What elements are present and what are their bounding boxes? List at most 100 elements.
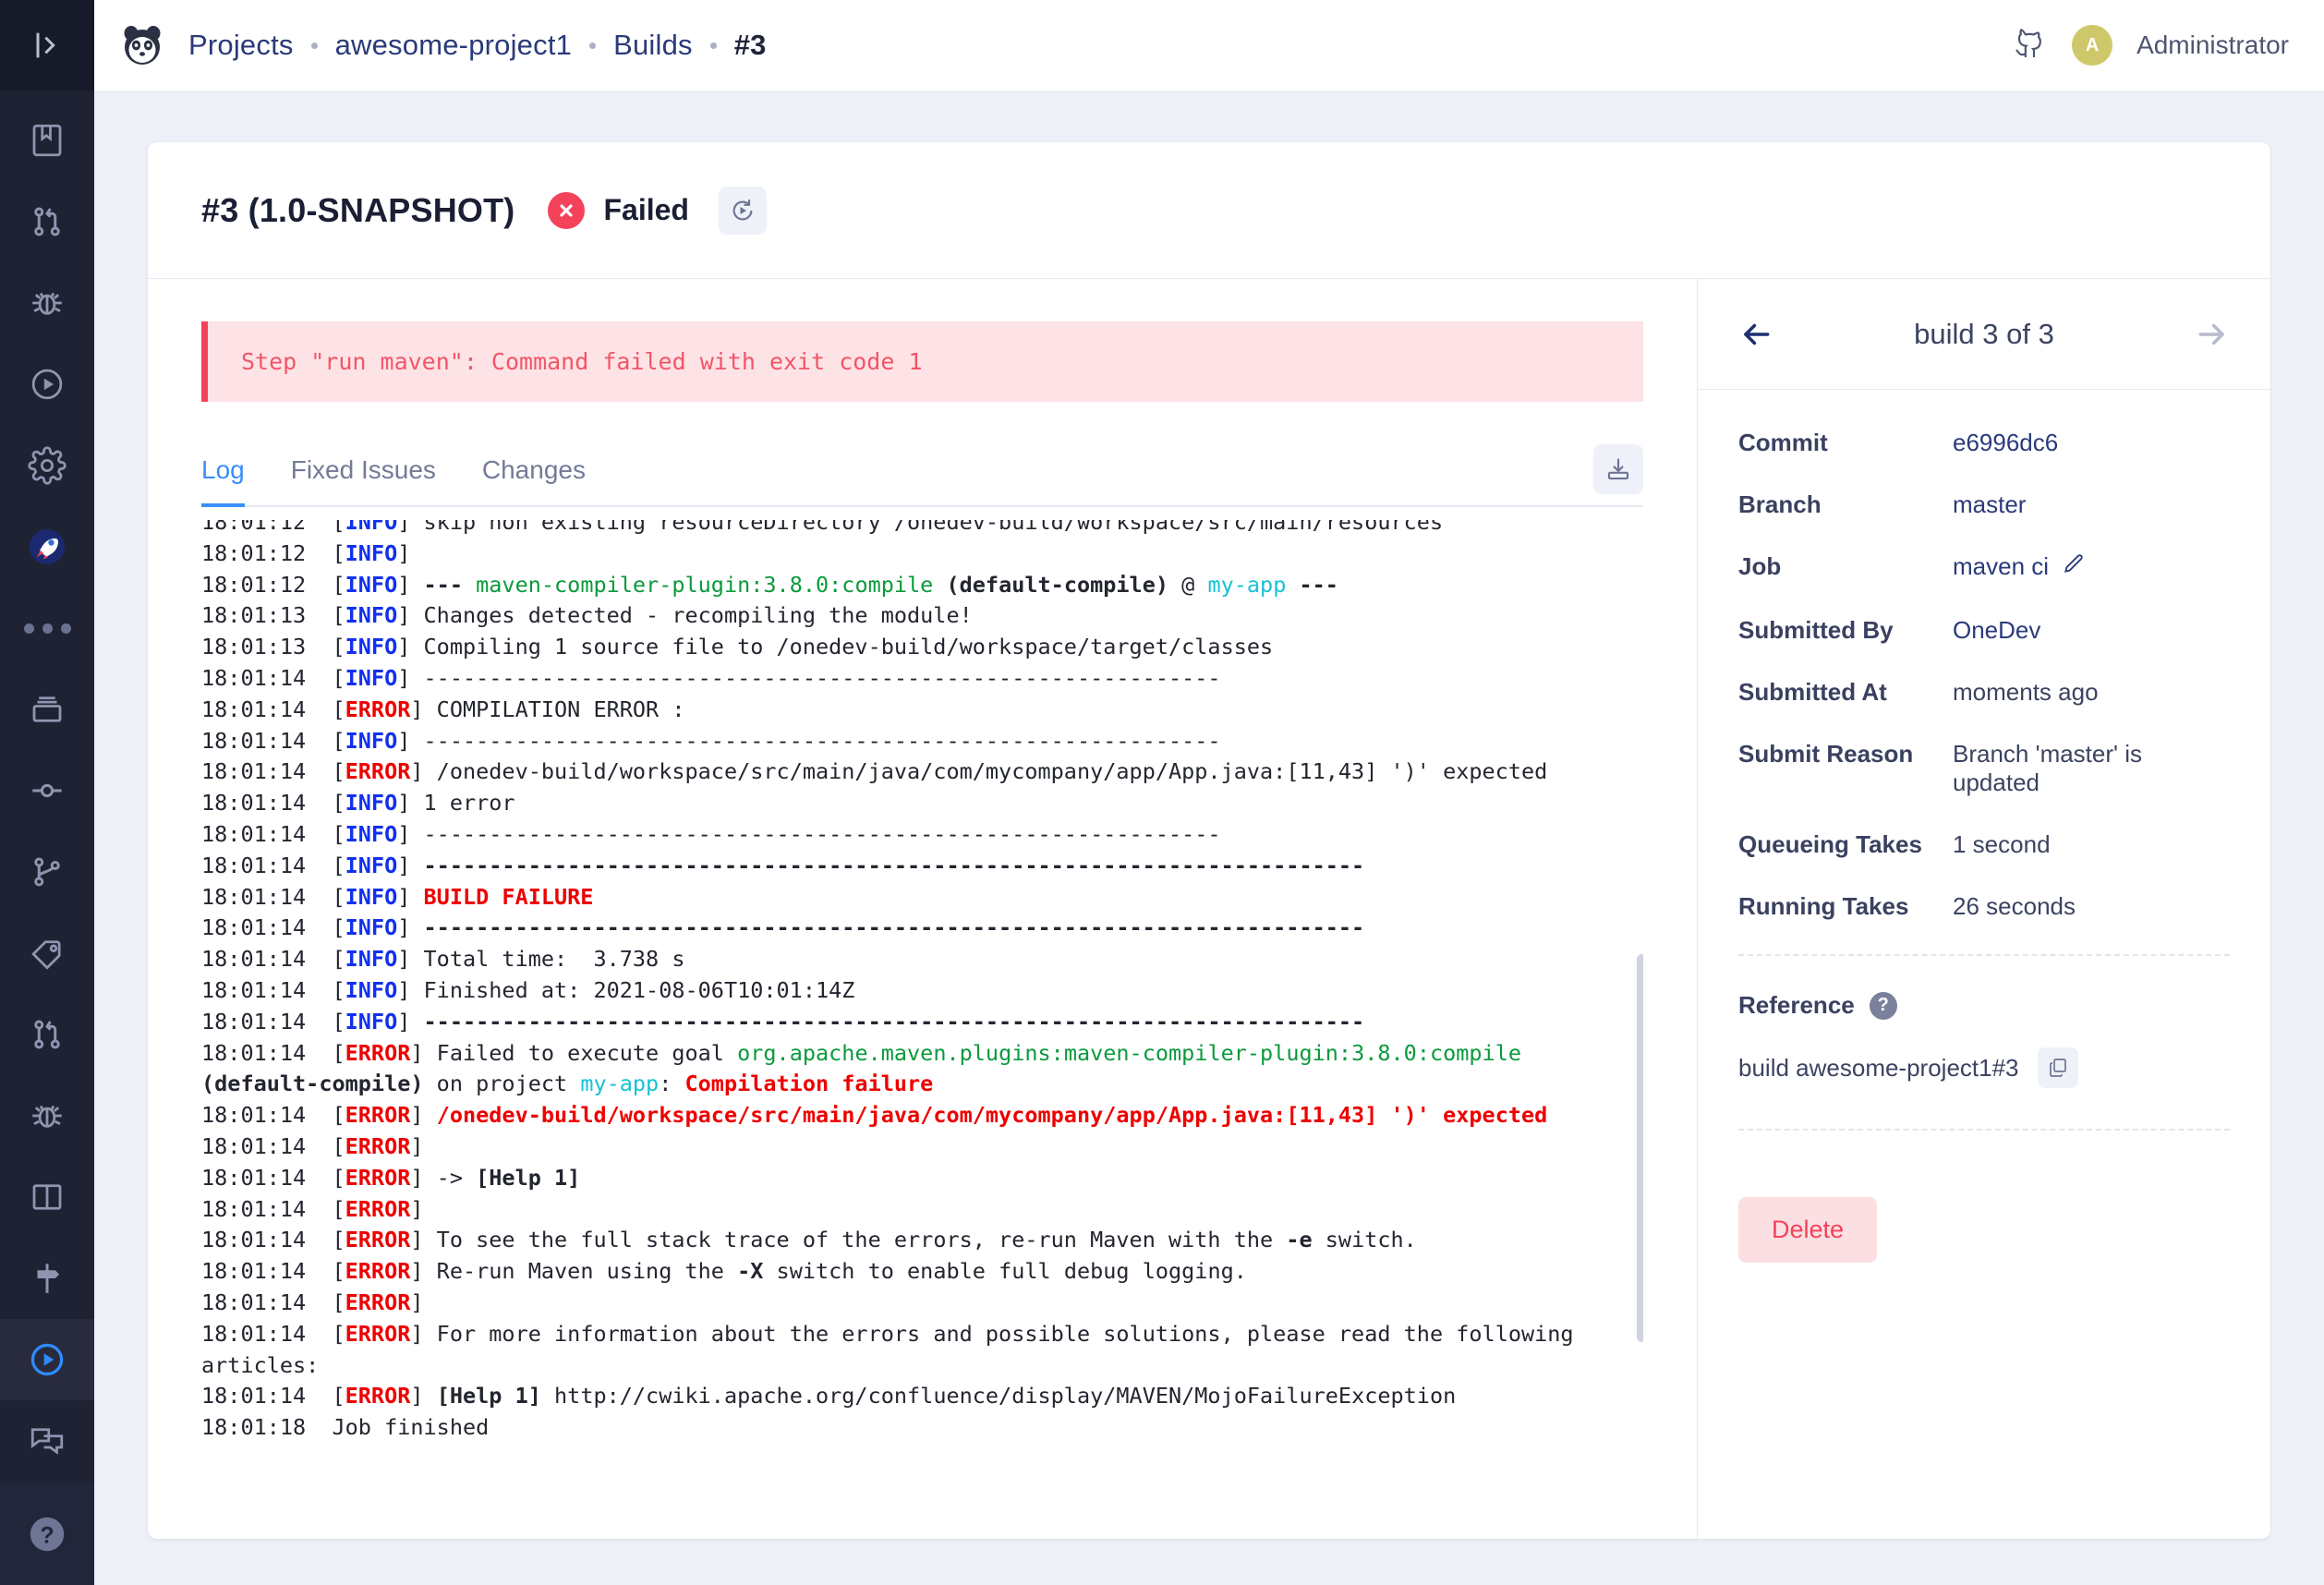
log-segment: ] [397, 914, 424, 941]
log-segment: [ [332, 883, 345, 910]
username-label[interactable]: Administrator [2136, 30, 2289, 60]
log-segment: INFO [345, 883, 398, 910]
detail-row: Running Takes 26 seconds [1738, 892, 2230, 921]
build-detail-pane: build 3 of 3 Commit e6996dc6 Branch master J… [1698, 279, 2270, 1539]
pencil-icon [2064, 554, 2083, 573]
next-build-button[interactable] [2195, 317, 2230, 352]
reference-row: build awesome-project1#3 [1738, 1047, 2230, 1088]
detail-row-label: Commit [1738, 429, 1828, 456]
sidebar-help-button[interactable]: ? [0, 1483, 94, 1585]
bug-icon [32, 1105, 62, 1128]
log-timestamp: 18:01:14 [201, 976, 333, 1003]
download-log-button[interactable] [1593, 444, 1643, 494]
sidebar-item-builds-global[interactable] [0, 344, 94, 425]
log-line: 18:01:14 [INFO] ------------------------… [201, 663, 1643, 695]
log-segment: http://cwiki.apache.org/confluence/displ… [540, 1383, 1457, 1410]
log-segment [1521, 1040, 1534, 1066]
log-segment: switch to enable full debug logging. [763, 1258, 1247, 1285]
log-segment [463, 572, 476, 598]
detail-row-value[interactable]: master [1953, 490, 2026, 519]
status-badge: Failed [603, 193, 689, 226]
reference-value: build awesome-project1#3 [1738, 1053, 2019, 1082]
log-segment: ] [397, 852, 424, 878]
log-segment: my-app [1207, 571, 1287, 598]
log-segment: (default-compile) [946, 571, 1169, 598]
edit-job-button[interactable] [2062, 552, 2086, 583]
sidebar-item-branches[interactable] [0, 831, 94, 913]
detail-row: Submitted By OneDev [1738, 616, 2230, 645]
top-header: Projects awesome-project1 Builds #3 A Ad… [94, 0, 2324, 91]
github-icon[interactable] [2011, 25, 2048, 67]
log-line: 18:01:14 [INFO] ------------------------… [201, 819, 1643, 851]
build-detail-list: Commit e6996dc6 Branch master Job maven ci Sub… [1698, 390, 2270, 1263]
sidebar-collapse-button[interactable] [0, 0, 94, 91]
breadcrumb-projects[interactable]: Projects [188, 29, 294, 62]
log-line: 18:01:18 Job finished [201, 1412, 1643, 1444]
log-timestamp: 18:01:18 [201, 1414, 333, 1441]
sidebar-item-wiki[interactable] [0, 100, 94, 181]
sidebar-item-project-issues[interactable] [0, 1075, 94, 1156]
rerun-button[interactable] [718, 186, 767, 235]
sidebar-item-files[interactable] [0, 669, 94, 750]
commit-icon [32, 783, 62, 798]
detail-row-label: Branch [1738, 490, 1822, 518]
log-timestamp: 18:01:14 [201, 1195, 333, 1222]
log-segment: [ [332, 976, 345, 1003]
log-segment: ] [410, 1383, 437, 1410]
svg-text:?: ? [40, 1523, 54, 1549]
log-line: 18:01:14 [ERROR] To see the full stack t… [201, 1225, 1643, 1256]
tab-fixed-issues[interactable]: Fixed Issues [291, 455, 436, 505]
sidebar-item-pull-requests[interactable] [0, 181, 94, 262]
log-segment: Job finished [332, 1414, 490, 1441]
detail-row-value[interactable]: maven ci [1953, 552, 2049, 581]
log-segment: ] -> [410, 1164, 477, 1191]
build-body: Step "run maven": Command failed with ex… [148, 279, 2270, 1539]
breadcrumb-project[interactable]: awesome-project1 [335, 29, 572, 62]
detail-row-value[interactable]: OneDev [1953, 616, 2040, 645]
tab-log[interactable]: Log [201, 455, 245, 507]
sidebar-item-compare[interactable] [0, 1156, 94, 1238]
sidebar-item-more[interactable] [0, 587, 94, 669]
log-scrollbar[interactable] [1637, 954, 1643, 1342]
breadcrumb-separator [310, 42, 318, 49]
log-segment: ] Re-run Maven using the [410, 1258, 738, 1285]
detail-row: Submitted At moments ago [1738, 678, 2230, 707]
log-line: 18:01:14 [ERROR] /onedev-build/workspace… [201, 1100, 1643, 1131]
log-timestamp: 18:01:14 [201, 696, 333, 722]
breadcrumb-separator [709, 42, 717, 49]
breadcrumb-builds[interactable]: Builds [613, 29, 693, 62]
sidebar-item-project-pull-requests[interactable] [0, 994, 94, 1075]
log-line: 18:01:14 [ERROR] [201, 1131, 1643, 1163]
log-segment: ] [397, 539, 411, 566]
log-segment: INFO [345, 520, 398, 535]
copy-reference-button[interactable] [2037, 1047, 2078, 1088]
detail-row-value[interactable]: e6996dc6 [1953, 429, 2058, 457]
log-segment: ] 1 error [397, 790, 515, 817]
avatar[interactable]: A [2072, 25, 2113, 66]
sidebar-item-milestones[interactable] [0, 1238, 94, 1319]
tab-changes[interactable]: Changes [482, 455, 586, 505]
delete-button[interactable]: Delete [1738, 1197, 1878, 1263]
log-segment: [Help 1] [476, 1164, 581, 1191]
log-timestamp: 18:01:14 [201, 1258, 333, 1285]
log-segment: BUILD FAILURE [423, 883, 594, 910]
log-segment: INFO [345, 634, 398, 660]
sidebar-item-project[interactable] [0, 506, 94, 587]
detail-row-value: Branch 'master' is updated [1953, 740, 2142, 796]
log-timestamp: 18:01:14 [201, 914, 333, 941]
log-line: 18:01:14 [INFO] ------------------------… [201, 1007, 1643, 1038]
prev-build-button[interactable] [1738, 317, 1773, 352]
log-timestamp: 18:01:14 [201, 664, 333, 691]
panda-logo-icon[interactable] [118, 21, 166, 69]
sidebar-item-discussions[interactable] [0, 1400, 94, 1482]
sidebar-item-tags[interactable] [0, 913, 94, 994]
sidebar-item-project-builds[interactable] [0, 1319, 94, 1400]
sidebar-item-commits[interactable] [0, 750, 94, 831]
log-line: 18:01:14 [ERROR] /onedev-build/workspace… [201, 756, 1643, 788]
log-segment: switch. [1312, 1227, 1417, 1253]
log-line: 18:01:14 [INFO] ------------------------… [201, 851, 1643, 882]
help-circle-icon[interactable]: ? [1869, 991, 1897, 1020]
log-scroll-area[interactable]: 18:01:12 [INFO] skip non existing resour… [201, 520, 1643, 1539]
sidebar-item-issues[interactable] [0, 262, 94, 344]
sidebar-item-settings[interactable] [0, 425, 94, 506]
